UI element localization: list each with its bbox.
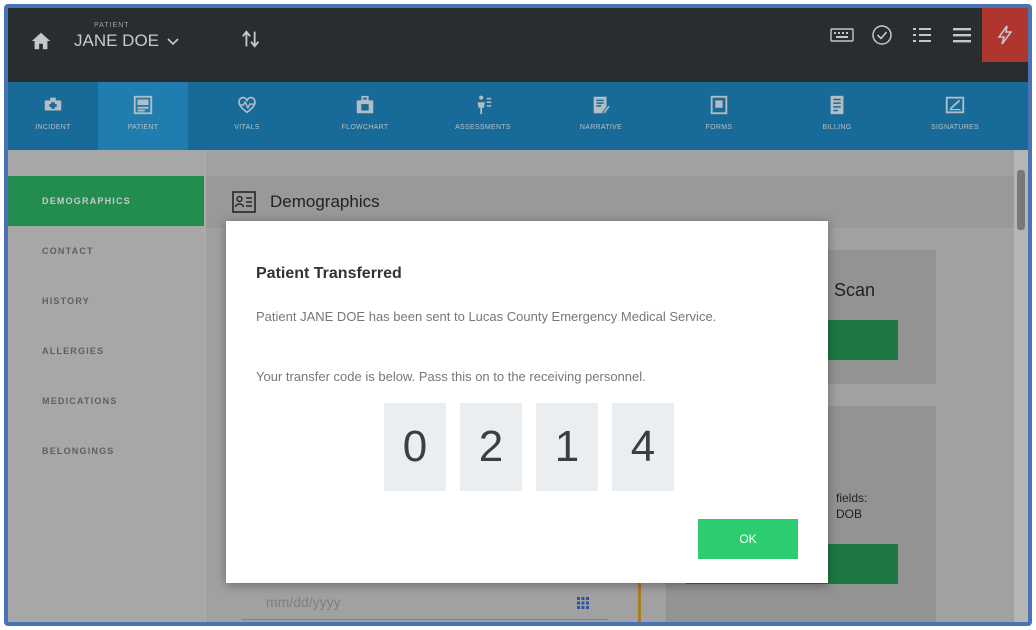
app-frame: PATIENT JANE DOE INCIDENT PATIENT VITALS…	[4, 4, 1032, 626]
code-digit: 0	[384, 403, 446, 491]
dialog-instruction: Your transfer code is below. Pass this o…	[256, 369, 646, 384]
code-digit: 2	[460, 403, 522, 491]
dialog-message: Patient JANE DOE has been sent to Lucas …	[256, 309, 717, 324]
transfer-code: 0 2 1 4	[384, 403, 674, 491]
code-digit: 4	[612, 403, 674, 491]
ok-button[interactable]: OK	[698, 519, 798, 559]
code-digit: 1	[536, 403, 598, 491]
transfer-dialog: Patient Transferred Patient JANE DOE has…	[226, 221, 828, 583]
dialog-title: Patient Transferred	[256, 265, 402, 282]
app-window: PATIENT JANE DOE INCIDENT PATIENT VITALS…	[8, 8, 1028, 622]
